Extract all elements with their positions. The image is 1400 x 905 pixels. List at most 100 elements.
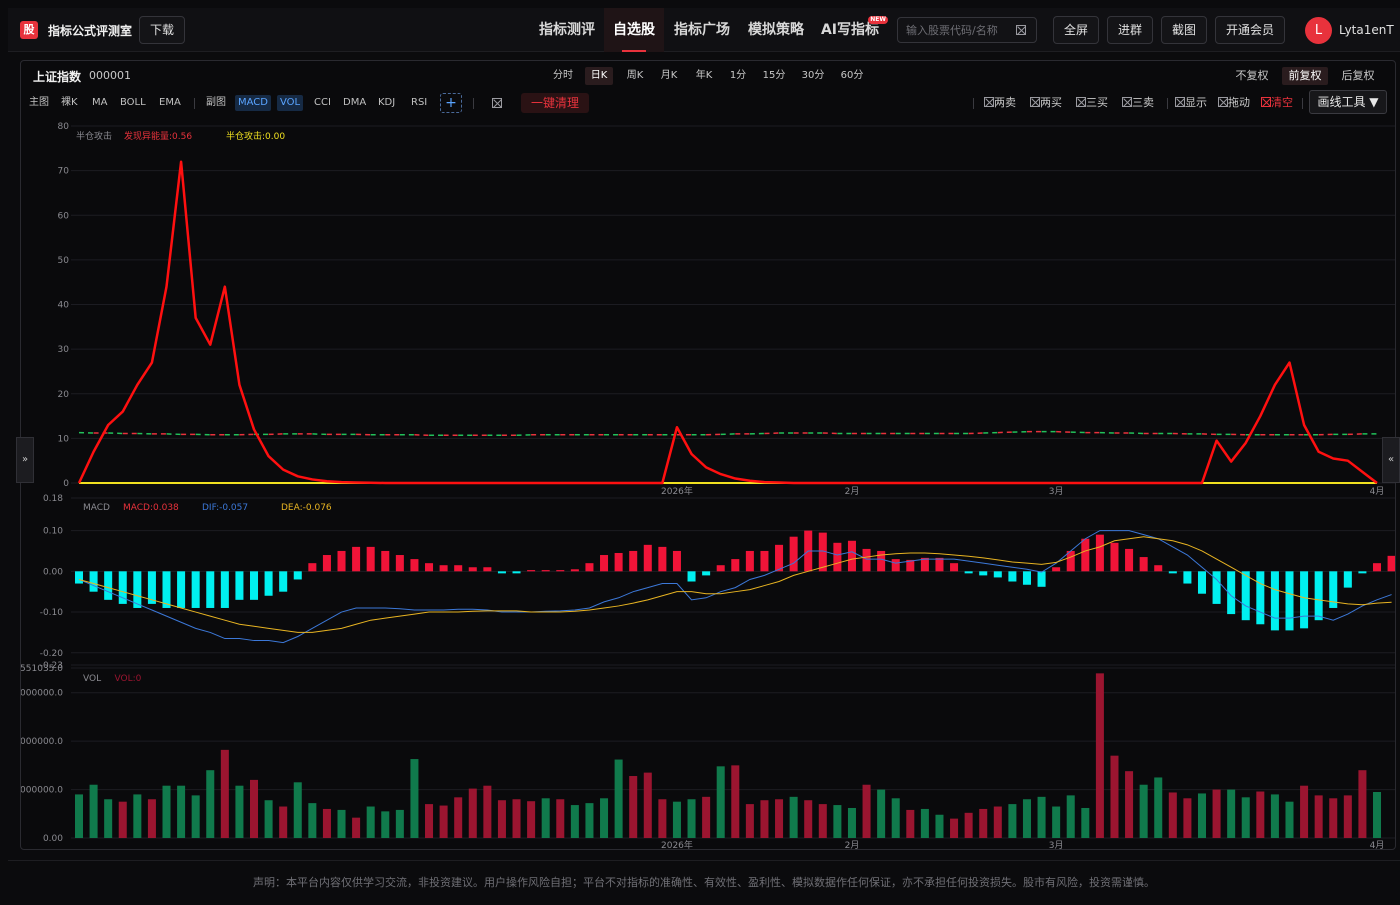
y-tick-label: 10 xyxy=(58,434,70,444)
macd-bar xyxy=(1023,571,1031,584)
macd-bar xyxy=(308,563,316,571)
volume-bar xyxy=(352,818,360,838)
volume-bar xyxy=(206,770,214,838)
volume-bar xyxy=(994,807,1002,838)
macd-bar xyxy=(498,571,506,573)
macd-bar xyxy=(410,559,418,571)
macd-bar xyxy=(892,559,900,571)
top-bar: 股 指标公式评测室 下载 指标测评 自选股 指标广场 模拟策略 AI写指标NEW… xyxy=(8,8,1400,52)
nav-indicator-square[interactable]: 指标广场 xyxy=(668,8,736,52)
macd-bar xyxy=(1038,571,1046,586)
volume-bar xyxy=(892,798,900,838)
y-tick-label: 0.00 xyxy=(43,567,63,577)
volume-bar xyxy=(1300,786,1308,838)
volume-bar xyxy=(1154,777,1162,838)
macd-bar xyxy=(658,547,666,571)
nav-ai-write-indicator[interactable]: AI写指标NEW xyxy=(816,8,884,52)
avatar[interactable]: L xyxy=(1305,17,1332,44)
volume-bar xyxy=(221,750,229,838)
nav-label: AI写指标 xyxy=(821,22,879,38)
volume-bar xyxy=(790,797,798,838)
macd-bar xyxy=(863,549,871,571)
screenshot-button[interactable]: 截图 xyxy=(1161,16,1207,44)
y-tick-label: 20 xyxy=(58,390,70,400)
macd-bar xyxy=(1198,571,1206,593)
y-tick-label: 000000.0 xyxy=(21,737,63,747)
clear-search-icon[interactable] xyxy=(1016,25,1026,35)
macd-bar xyxy=(396,555,404,571)
stock-search[interactable] xyxy=(897,17,1037,43)
macd-bar xyxy=(600,555,608,571)
macd-bar xyxy=(1140,557,1148,571)
macd-bar xyxy=(454,565,462,571)
vip-button[interactable]: 开通会员 xyxy=(1215,16,1285,44)
expand-right-tab[interactable]: « xyxy=(1382,437,1400,483)
x-tick-label: 2026年 xyxy=(661,485,693,497)
macd-bar xyxy=(1358,571,1366,573)
macd-bar xyxy=(221,571,229,608)
y-tick-label: 70 xyxy=(58,167,70,177)
nav-indicator-review[interactable]: 指标测评 xyxy=(528,8,606,52)
macd-bar xyxy=(1271,571,1279,630)
macd-bar xyxy=(469,567,477,571)
volume-bar xyxy=(235,786,243,838)
volume-bar xyxy=(1023,799,1031,838)
nav-label: 指标广场 xyxy=(674,22,730,38)
nav-watchlist[interactable]: 自选股 xyxy=(604,8,664,52)
y-tick-label: 40 xyxy=(58,301,70,311)
nav-label: 指标测评 xyxy=(539,22,595,38)
macd-bar xyxy=(848,541,856,572)
volume-bar xyxy=(1285,802,1293,838)
volume-bar xyxy=(177,786,185,838)
x-tick-label: 3月 xyxy=(1049,486,1064,497)
app-logo: 股 xyxy=(20,21,38,39)
macd-bar xyxy=(950,563,958,571)
macd-bar xyxy=(935,558,943,571)
y-tick-label: 000000.0 xyxy=(21,786,63,796)
macd-bar xyxy=(746,551,754,571)
macd-bar xyxy=(265,571,273,595)
volume-bar xyxy=(1140,785,1148,838)
macd-bar xyxy=(833,543,841,572)
volume-bar xyxy=(673,802,681,838)
search-input[interactable] xyxy=(906,22,1014,38)
volume-bar xyxy=(804,800,812,838)
expand-left-tab[interactable]: » xyxy=(16,437,34,483)
legend-item: VOL:0 xyxy=(115,674,142,684)
volume-bar xyxy=(1081,808,1089,838)
y-tick-label: 551035.0 xyxy=(21,664,63,674)
volume-bar xyxy=(279,807,287,838)
username[interactable]: Lyta1enT xyxy=(1339,23,1394,37)
volume-bar xyxy=(425,804,433,838)
volume-bar xyxy=(250,780,258,838)
app-title: 指标公式评测室 xyxy=(48,22,132,39)
macd-bar xyxy=(629,551,637,571)
macd-bar xyxy=(1081,539,1089,572)
legend-item: VOL xyxy=(83,674,101,684)
legend-item: 发现异能量:0.56 xyxy=(124,130,192,142)
join-group-button[interactable]: 进群 xyxy=(1107,16,1153,44)
fullscreen-button[interactable]: 全屏 xyxy=(1053,16,1099,44)
volume-bar xyxy=(1358,770,1366,838)
download-button[interactable]: 下载 xyxy=(139,16,185,44)
volume-bar xyxy=(527,801,535,838)
macd-bar xyxy=(1169,571,1177,573)
x-tick-label: 4月 xyxy=(1370,840,1385,849)
volume-bar xyxy=(1242,797,1250,838)
volume-bar xyxy=(877,790,885,838)
volume-bar xyxy=(863,785,871,838)
macd-bar xyxy=(1183,571,1191,583)
volume-bar xyxy=(921,809,929,838)
macd-bar xyxy=(731,559,739,571)
volume-bar xyxy=(1067,795,1075,838)
volume-bar xyxy=(308,803,316,838)
volume-bar xyxy=(410,759,418,838)
nav-simulated-strategy[interactable]: 模拟策略 xyxy=(742,8,810,52)
dea-line xyxy=(79,537,1392,633)
volume-bar xyxy=(906,810,914,838)
volume-bar xyxy=(760,800,768,838)
volume-bar xyxy=(133,794,141,838)
macd-bar xyxy=(527,570,535,571)
volume-bar xyxy=(1271,794,1279,838)
chart-panel: 上证指数 000001 分时 日K 周K 月K 年K 1分 15分 30分 60… xyxy=(20,60,1396,850)
